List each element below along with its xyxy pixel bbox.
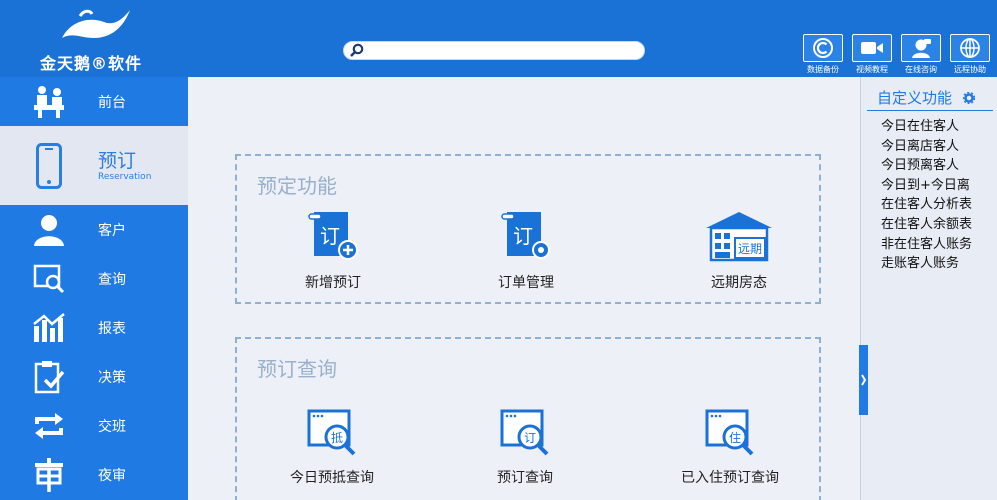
list-item[interactable]: 非在住客人账务 [881, 235, 972, 255]
tool-label: 视频教程 [856, 65, 888, 74]
backup-c-icon [813, 38, 833, 58]
new-order-icon: 订 [308, 212, 358, 260]
sidebar-item-label: 预订 [98, 149, 137, 172]
panel-title-text: 自定义功能 [877, 89, 953, 107]
sidebar-item-front-desk[interactable]: 前台 [0, 77, 188, 126]
sidebar-item-query[interactable]: 查询 [0, 254, 188, 303]
toolbar: 数据备份 视频教程 在线咨询 远程协助 [802, 34, 991, 75]
tool-label: 在线咨询 [905, 65, 937, 74]
future-room-icon: 远期 [706, 212, 772, 262]
globe-icon [960, 38, 980, 58]
order-search-icon: 订 [500, 409, 549, 456]
gear-icon[interactable] [962, 91, 976, 105]
feature-label: 订单管理 [498, 275, 554, 291]
sidebar-item-decision[interactable]: 决策 [0, 352, 188, 401]
order-management-button[interactable]: 订 订单管理 [456, 208, 596, 292]
sidebar-item-label: 前台 [98, 94, 126, 111]
chevron-right-icon [861, 374, 867, 386]
phone-icon [36, 142, 62, 189]
sidebar-item-report[interactable]: 报表 [0, 303, 188, 352]
feature-label: 今日预抵查询 [290, 470, 374, 486]
backup-button[interactable]: 数据备份 [802, 34, 844, 75]
chat-person-icon [912, 39, 931, 58]
sidebar-item-label: 报表 [98, 320, 126, 337]
checked-in-query-button[interactable]: 住 已入住预订查询 [650, 403, 810, 487]
tool-label: 数据备份 [807, 65, 839, 74]
svg-text:订: 订 [524, 431, 536, 445]
online-consult-button[interactable]: 在线咨询 [900, 34, 942, 75]
reservation-functions-section: 预定功能 订 新增预订 订 订单管理 远期 远期房态 [235, 154, 821, 304]
remote-assist-button[interactable]: 远程协助 [949, 34, 991, 75]
app-logo: 金天鹅®软件 [40, 8, 150, 73]
arrival-query-button[interactable]: 抵 今日预抵查询 [242, 403, 422, 487]
feature-label: 远期房态 [711, 275, 767, 291]
list-item[interactable]: 今日预离客人 [881, 156, 972, 176]
section-title: 预定功能 [257, 174, 337, 198]
person-icon [34, 214, 64, 246]
panel-collapse-handle[interactable] [859, 345, 868, 415]
sidebar-item-label: 客户 [98, 222, 126, 239]
sidebar-item-reservation[interactable]: 预订 Reservation [0, 126, 188, 205]
custom-function-list: 今日在住客人 今日离店客人 今日预离客人 今日到+今日离 在住客人分析表 在住客… [881, 117, 972, 274]
sidebar-item-sublabel: Reservation [98, 171, 152, 182]
svg-text:住: 住 [729, 431, 741, 445]
panel-title: 自定义功能 [877, 87, 976, 108]
divider [867, 110, 993, 111]
bar-chart-icon [33, 312, 65, 342]
section-title: 预订查询 [257, 357, 337, 381]
search-icon [350, 43, 364, 57]
logo-text: 金天鹅®软件 [40, 54, 143, 73]
app-header: 金天鹅®软件 数据备份 视频教程 在线咨询 远程协助 [0, 0, 997, 77]
swan-logo-icon [62, 9, 130, 38]
feature-label: 新增预订 [305, 275, 361, 291]
svg-text:订: 订 [320, 224, 340, 248]
reservation-query-section: 预订查询 抵 今日预抵查询 订 预订查询 住 已入住预订查询 [235, 337, 821, 500]
arrival-search-icon: 抵 [307, 409, 356, 456]
custom-functions-panel: 自定义功能 今日在住客人 今日离店客人 今日预离客人 今日到+今日离 在住客人分… [859, 77, 997, 500]
sidebar-item-night-audit[interactable]: 夜审 [0, 450, 188, 499]
svg-text:抵: 抵 [331, 431, 343, 445]
sidebar-item-label: 交班 [98, 418, 126, 435]
svg-text:远期: 远期 [738, 242, 762, 256]
clipboard-check-icon [34, 360, 65, 393]
main-content: 预定功能 订 新增预订 订 订单管理 远期 远期房态 预订查询 抵 今日预抵查询… [188, 77, 860, 500]
list-item[interactable]: 今日离店客人 [881, 137, 972, 157]
list-item[interactable]: 在住客人余额表 [881, 215, 972, 235]
future-room-status-button[interactable]: 远期 远期房态 [669, 208, 809, 292]
exchange-icon [35, 412, 63, 439]
sidebar-item-label: 决策 [98, 369, 126, 386]
list-item[interactable]: 今日在住客人 [881, 117, 972, 137]
sidebar-item-customer[interactable]: 客户 [0, 205, 188, 254]
search-window-icon [33, 264, 65, 293]
audit-icon [35, 457, 63, 492]
front-desk-icon [34, 85, 64, 118]
search-input[interactable] [343, 41, 645, 60]
feature-label: 预订查询 [497, 470, 553, 486]
order-manage-icon: 订 [501, 212, 550, 259]
sidebar-item-shift[interactable]: 交班 [0, 401, 188, 450]
order-query-button[interactable]: 订 预订查询 [455, 403, 595, 487]
list-item[interactable]: 走账客人账务 [881, 254, 972, 274]
sidebar-item-label: 查询 [98, 271, 126, 288]
new-reservation-button[interactable]: 订 新增预订 [263, 208, 403, 292]
sidebar: 前台 预订 Reservation 客户 查询 报表 决策 交班 夜审 [0, 77, 188, 500]
checkin-search-icon: 住 [705, 409, 754, 456]
video-tutorial-button[interactable]: 视频教程 [851, 34, 893, 75]
feature-label: 已入住预订查询 [681, 470, 779, 486]
sidebar-item-label: 夜审 [98, 467, 126, 484]
list-item[interactable]: 在住客人分析表 [881, 195, 972, 215]
list-item[interactable]: 今日到+今日离 [881, 176, 972, 196]
video-camera-icon [861, 42, 883, 54]
svg-text:订: 订 [513, 224, 533, 248]
tool-label: 远程协助 [954, 65, 986, 74]
